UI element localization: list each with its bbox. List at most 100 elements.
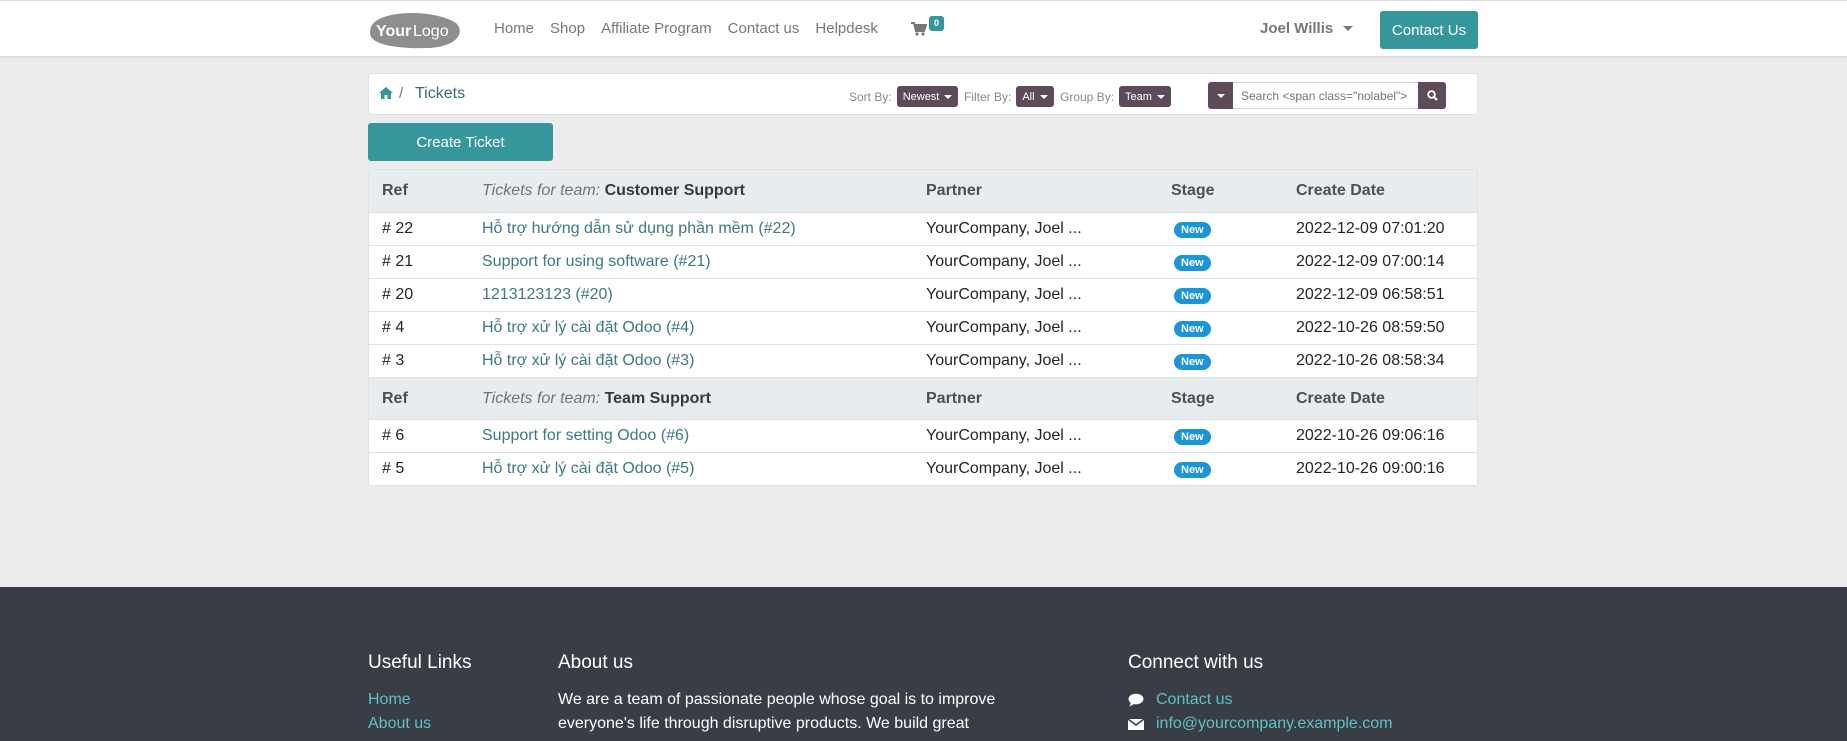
ticket-partner: YourCompany, Joel ... (926, 352, 1082, 369)
footer-link-home[interactable]: Home (368, 688, 472, 712)
filter-label: Filter By: (964, 89, 1012, 104)
sort-dropdown[interactable]: Newest (896, 86, 959, 107)
table-row[interactable]: # 4 Hỗ trợ xử lý cài đặt Odoo (#4) YourC… (369, 311, 1477, 344)
col-team-header: Tickets for team: Customer Support (482, 182, 926, 200)
sort-label: Sort By: (849, 89, 892, 104)
stage-badge: New (1174, 222, 1211, 238)
tickets-table: Ref Tickets for team: Customer Support P… (368, 169, 1478, 486)
ticket-partner: YourCompany, Joel ... (926, 319, 1082, 336)
ticket-date: 2022-10-26 08:59:50 (1296, 319, 1445, 336)
group-label: Group By: (1060, 89, 1115, 104)
team-name: Customer Support (604, 182, 746, 199)
user-name: Joel Willis (1260, 20, 1334, 37)
ticket-ref: # 22 (382, 220, 414, 237)
table-row[interactable]: # 22 Hỗ trợ hướng dẫn sử dụng phần mềm (… (369, 212, 1477, 245)
ticket-date: 2022-12-09 06:58:51 (1296, 286, 1445, 303)
filter-dropdown[interactable]: All (1016, 86, 1054, 107)
caret-down-icon (1156, 94, 1165, 99)
team-name: Team Support (604, 389, 711, 407)
stage-badge: New (1174, 288, 1211, 304)
team-prefix: Tickets for team: (482, 389, 601, 407)
footer-useful-links: Useful Links Home About us (368, 652, 472, 736)
envelope-icon (1128, 718, 1144, 730)
ticket-link[interactable]: 1213123123 (#20) (482, 286, 613, 303)
ticket-date: 2022-10-26 08:58:34 (1296, 352, 1445, 369)
ticket-link[interactable]: Hỗ trợ xử lý cài đặt Odoo (#3) (482, 352, 694, 369)
ticket-ref: # 21 (382, 253, 414, 270)
search-button[interactable] (1418, 82, 1446, 109)
breadcrumb-separator: / (399, 85, 404, 102)
col-stage-header: Stage (1171, 182, 1215, 199)
ticket-link[interactable]: Support for using software (#21) (482, 253, 711, 270)
col-team-header: Tickets for team: Team Support (482, 390, 926, 408)
ticket-link[interactable]: Support for setting Odoo (#6) (482, 427, 689, 444)
ticket-link[interactable]: Hỗ trợ xử lý cài đặt Odoo (#4) (482, 319, 694, 336)
table-row[interactable]: # 6 Support for setting Odoo (#6) YourCo… (369, 419, 1477, 452)
col-partner-header: Partner (926, 182, 983, 199)
logo-text-light: Logo (413, 23, 449, 40)
search-icon (1426, 90, 1438, 101)
main-nav: Home Shop Affiliate Program Contact us H… (494, 20, 894, 37)
table-row[interactable]: # 5 Hỗ trợ xử lý cài đặt Odoo (#5) YourC… (369, 452, 1477, 485)
stage-badge: New (1174, 354, 1211, 370)
group-header-row: Ref Tickets for team: Team Support Partn… (369, 377, 1477, 419)
filter-control: Filter By: All (964, 86, 1054, 107)
sort-value: Newest (902, 90, 940, 103)
stage-badge: New (1174, 321, 1211, 337)
col-stage-header: Stage (1171, 389, 1215, 407)
table-row[interactable]: # 3 Hỗ trợ xử lý cài đặt Odoo (#3) YourC… (369, 344, 1477, 377)
ticket-link[interactable]: Hỗ trợ hướng dẫn sử dụng phần mềm (#22) (482, 220, 796, 237)
create-ticket-button[interactable]: Create Ticket (368, 123, 553, 161)
site-footer: Useful Links Home About us About us We a… (0, 587, 1847, 741)
search-input[interactable] (1233, 82, 1418, 109)
col-date-header: Create Date (1296, 182, 1385, 199)
ticket-ref: # 4 (382, 319, 405, 336)
home-icon[interactable] (379, 87, 393, 99)
company-logo[interactable]: Your Logo (368, 11, 463, 49)
group-control: Group By: Team (1060, 86, 1171, 107)
group-header-row: Ref Tickets for team: Customer Support P… (369, 170, 1477, 212)
nav-shop[interactable]: Shop (550, 20, 585, 37)
useful-links-title: Useful Links (368, 652, 472, 673)
footer-email-link[interactable]: info@yourcompany.example.com (1156, 712, 1393, 736)
group-value: Team (1125, 90, 1152, 103)
footer-contact-link[interactable]: Contact us (1156, 688, 1232, 712)
ticket-partner: YourCompany, Joel ... (926, 460, 1082, 477)
ticket-date: 2022-12-09 07:01:20 (1296, 220, 1445, 237)
col-ref-header: Ref (382, 182, 408, 199)
ticket-link[interactable]: Hỗ trợ xử lý cài đặt Odoo (#5) (482, 460, 694, 477)
nav-affiliate-program[interactable]: Affiliate Program (601, 20, 712, 37)
about-title: About us (558, 652, 633, 673)
ticket-ref: # 6 (382, 427, 405, 444)
logo-text-bold: Your (376, 23, 411, 40)
ticket-date: 2022-10-26 09:00:16 (1296, 460, 1445, 477)
sort-control: Sort By: Newest (849, 86, 959, 107)
nav-contact-us[interactable]: Contact us (728, 20, 800, 37)
about-text: We are a team of passionate people whose… (558, 691, 996, 732)
contact-us-button[interactable]: Contact Us (1380, 11, 1478, 49)
connect-title: Connect with us (1128, 652, 1264, 673)
footer-link-about-us[interactable]: About us (368, 712, 472, 736)
col-date-header: Create Date (1296, 389, 1385, 407)
col-ref-header: Ref (382, 389, 408, 407)
stage-badge: New (1174, 429, 1211, 445)
breadcrumb-bar: / Tickets Sort By: Newest Filter By: All… (368, 73, 1478, 115)
cart-count-badge: 0 (929, 16, 945, 31)
ticket-ref: # 20 (382, 286, 414, 303)
col-partner-header: Partner (926, 389, 983, 407)
user-menu[interactable]: Joel Willis (1260, 20, 1354, 37)
nav-home[interactable]: Home (494, 20, 534, 37)
table-row[interactable]: # 21 Support for using software (#21) Yo… (369, 245, 1477, 278)
cart-link[interactable]: 0 (911, 16, 951, 43)
ticket-date: 2022-12-09 07:00:14 (1296, 253, 1445, 270)
group-dropdown[interactable]: Team (1119, 86, 1171, 107)
stage-badge: New (1174, 255, 1211, 271)
table-row[interactable]: # 20 1213123123 (#20) YourCompany, Joel … (369, 278, 1477, 311)
nav-helpdesk[interactable]: Helpdesk (815, 20, 878, 37)
ticket-partner: YourCompany, Joel ... (926, 286, 1082, 303)
search-options-dropdown[interactable] (1208, 82, 1233, 109)
top-navbar: Your Logo Home Shop Affiliate Program Co… (0, 0, 1847, 57)
filter-value: All (1022, 90, 1035, 103)
chevron-down-icon (1343, 26, 1354, 31)
cart-icon (911, 22, 927, 36)
